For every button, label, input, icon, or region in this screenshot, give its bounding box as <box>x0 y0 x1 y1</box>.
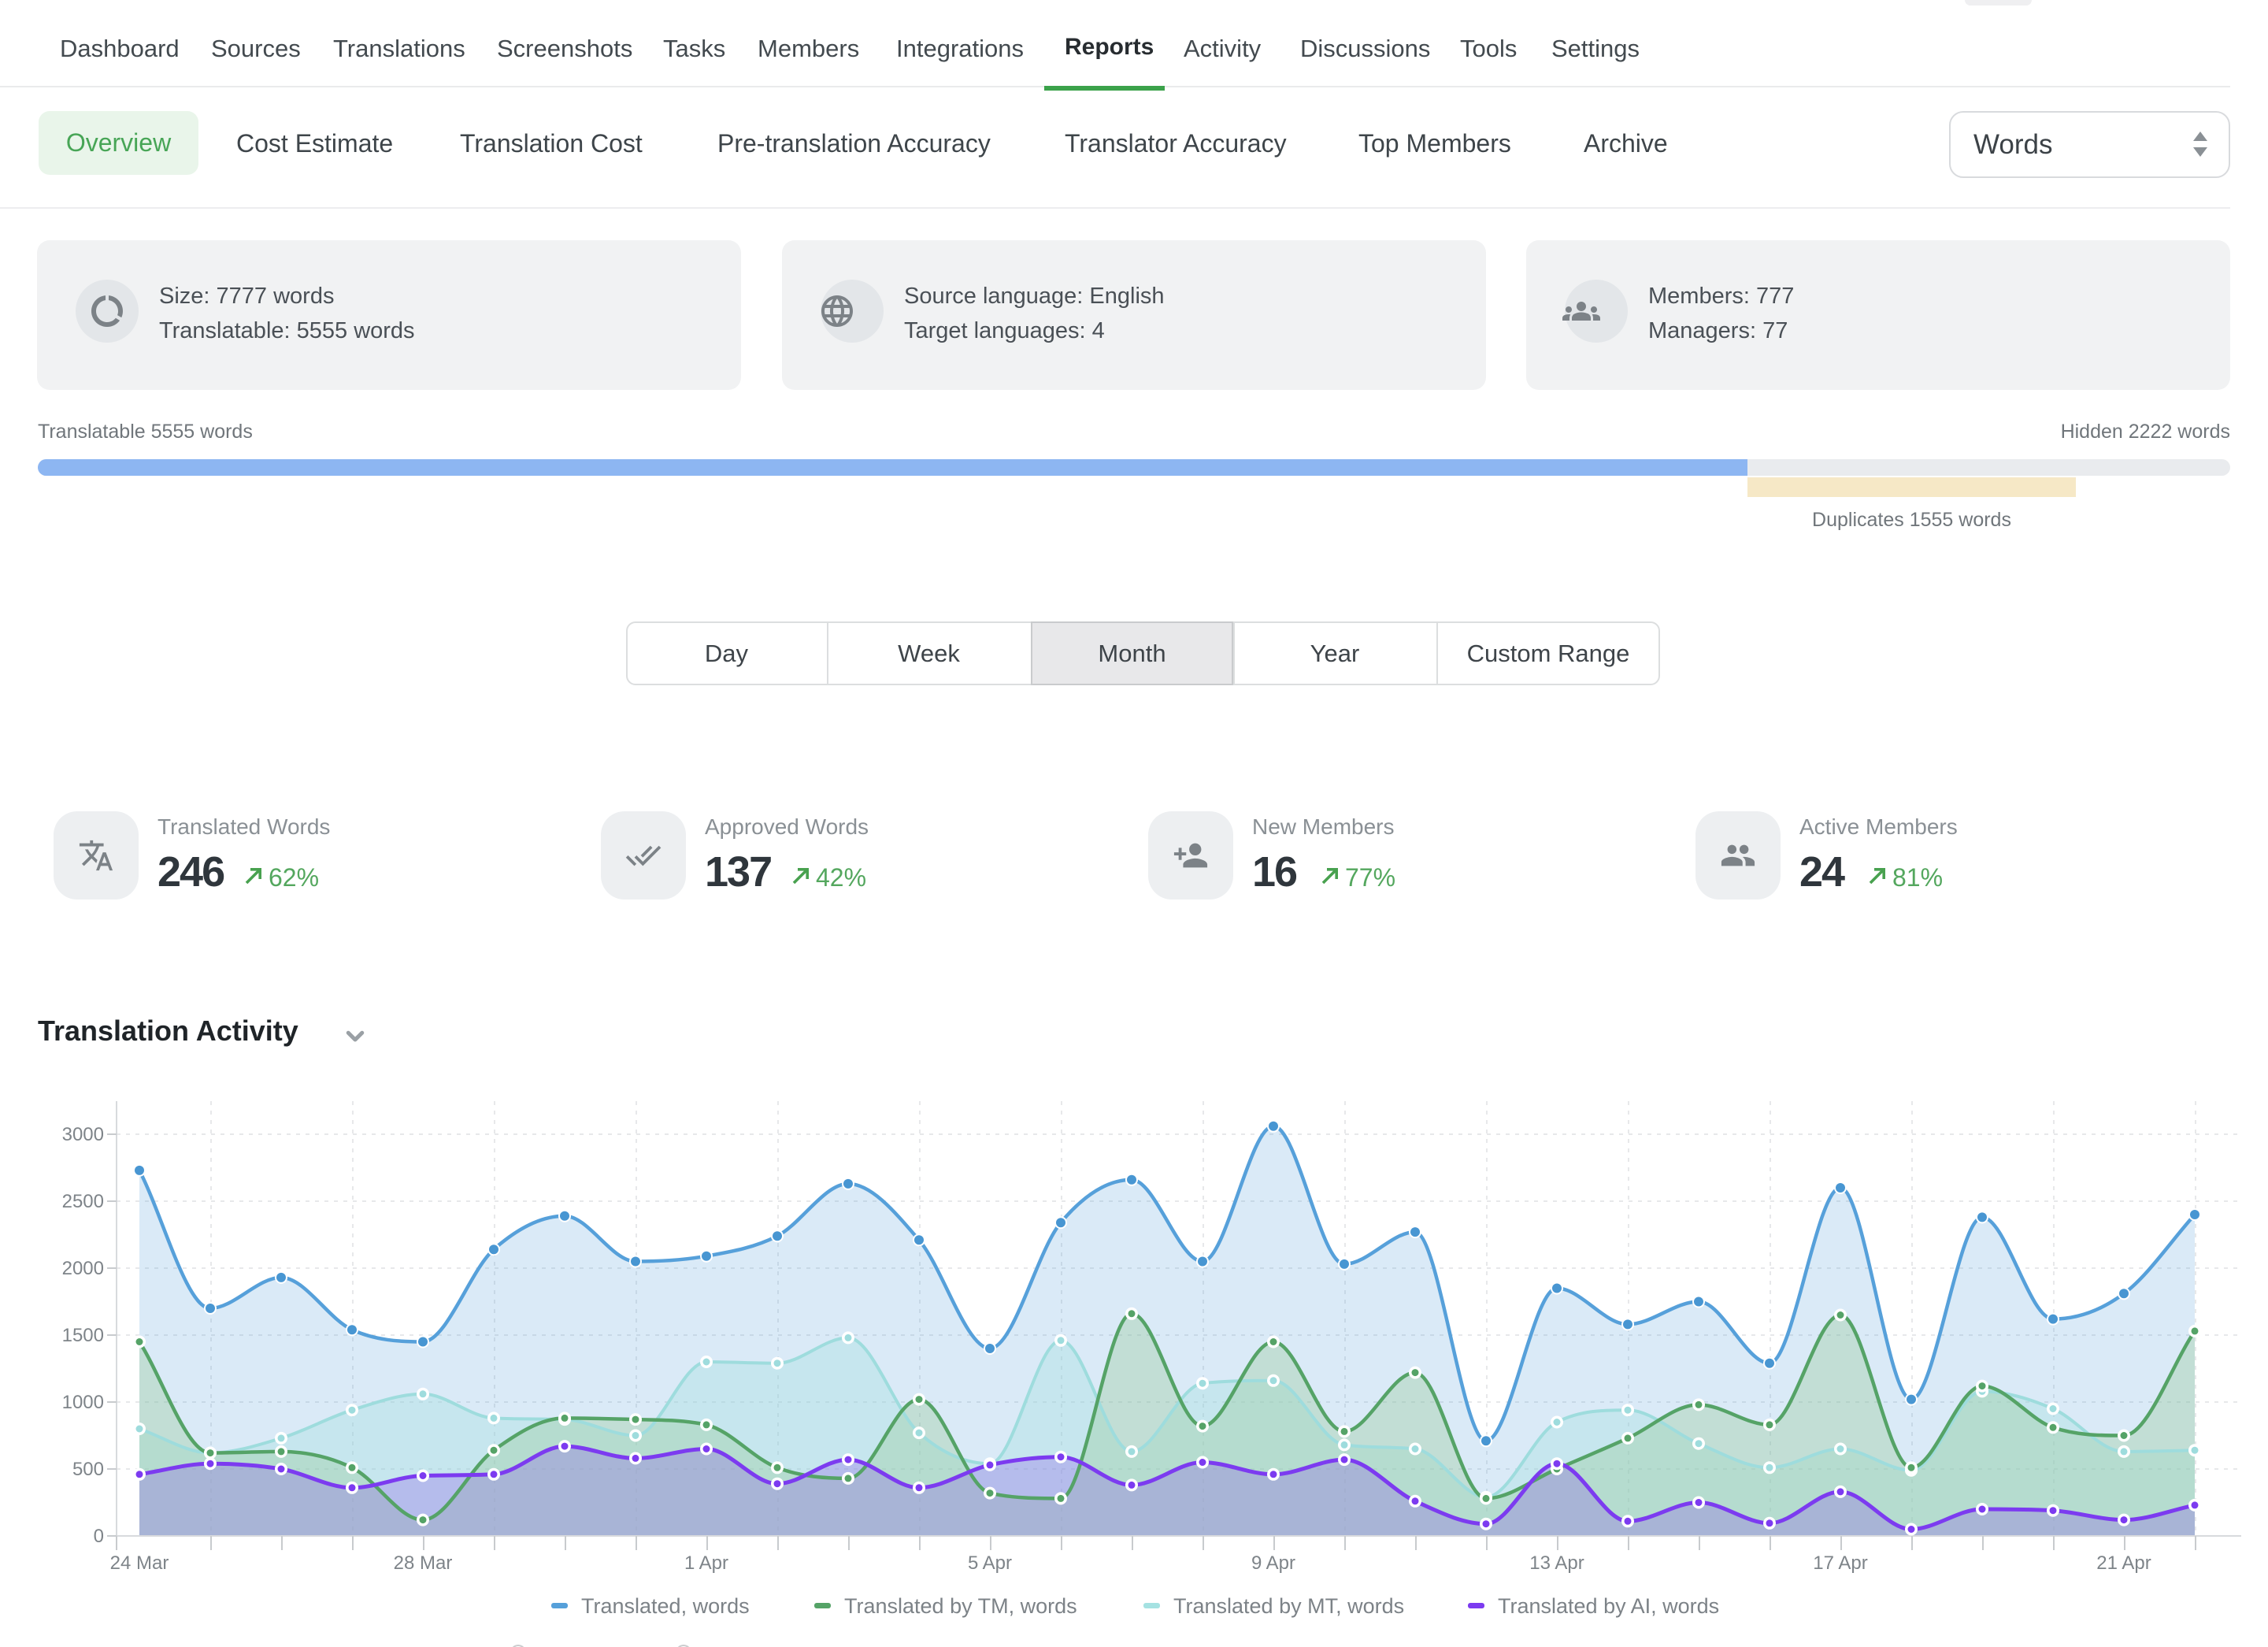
svg-text:1000: 1000 <box>62 1392 104 1413</box>
svg-text:21 Apr: 21 Apr <box>2096 1552 2151 1574</box>
svg-text:2000: 2000 <box>62 1258 104 1279</box>
svg-text:28 Mar: 28 Mar <box>394 1552 453 1574</box>
svg-text:1 Apr: 1 Apr <box>684 1552 728 1574</box>
svg-text:3000: 3000 <box>62 1124 104 1145</box>
svg-text:0: 0 <box>94 1526 104 1547</box>
svg-text:13 Apr: 13 Apr <box>1529 1552 1584 1574</box>
svg-text:500: 500 <box>72 1459 104 1480</box>
svg-text:24 Mar: 24 Mar <box>110 1552 169 1574</box>
svg-text:1500: 1500 <box>62 1325 104 1346</box>
svg-text:17 Apr: 17 Apr <box>1813 1552 1867 1574</box>
svg-text:2500: 2500 <box>62 1191 104 1212</box>
svg-text:5 Apr: 5 Apr <box>968 1552 1012 1574</box>
svg-text:9 Apr: 9 Apr <box>1251 1552 1295 1574</box>
